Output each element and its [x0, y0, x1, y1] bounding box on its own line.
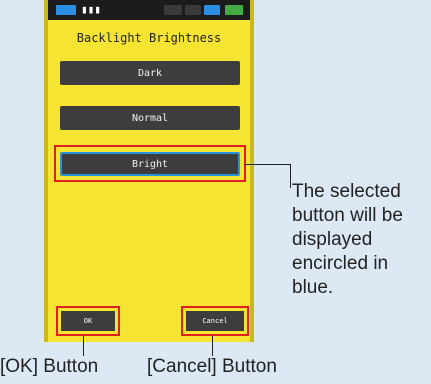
battery-icon [56, 5, 76, 15]
option-normal-button[interactable]: Normal [60, 106, 240, 130]
ok-highlight-box [56, 306, 120, 336]
cancel-caption: [Cancel] Button [147, 356, 277, 377]
status-icon-b [185, 5, 201, 15]
meter-screen: ▮▮▮ Backlight Brightness Dark Normal Bri… [44, 0, 254, 342]
status-bar: ▮▮▮ [48, 0, 250, 20]
option-dark-button[interactable]: Dark [60, 61, 240, 85]
ok-callout-line [83, 336, 84, 356]
status-icon-d [225, 5, 243, 15]
selected-note: The selected button will be displayed en… [292, 181, 403, 298]
status-icon-c [204, 5, 220, 15]
ok-caption: [OK] Button [0, 356, 99, 377]
cancel-callout-line [212, 336, 213, 356]
selected-highlight-box [54, 145, 246, 182]
bright-callout-line [244, 164, 290, 165]
cancel-highlight-box [181, 306, 249, 336]
status-text: ▮▮▮ [81, 3, 101, 16]
bright-callout-vertical [290, 164, 291, 188]
status-icon-a [164, 5, 182, 15]
page-title: Backlight Brightness [76, 31, 222, 45]
